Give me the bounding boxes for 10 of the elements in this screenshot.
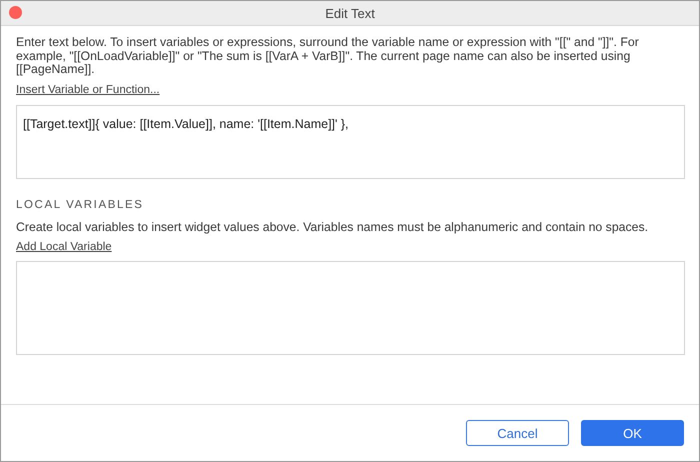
local-variables-description: Create local variables to insert widget values above. Variables names must be alphanumeric and contain no spaces. [16, 220, 650, 234]
window-title: Edit Text [325, 6, 375, 20]
close-icon[interactable] [9, 6, 22, 19]
ok-button[interactable]: OK [581, 420, 684, 446]
text-input-field[interactable]: [[Target.text]]{ value: [[Item.Value]], name: '[[Item.Name]]' }, [16, 104, 685, 178]
section-heading: LOCAL VARIABLES [16, 198, 145, 210]
add-local-variable-link[interactable]: Add Local Variable [16, 241, 112, 253]
insert-variable-link[interactable]: Insert Variable or Function... [16, 84, 160, 96]
instructions-text: Enter text below. To insert variables or expressions, surround the variable name or expression with "[[" and "]]". For example, "[[OnLoadVariable]]" or "The sum is [[VarA + VarB]]". The current page name can also be inserted using [[PageName]]. [16, 36, 640, 76]
cancel-button[interactable]: Cancel [466, 420, 569, 446]
